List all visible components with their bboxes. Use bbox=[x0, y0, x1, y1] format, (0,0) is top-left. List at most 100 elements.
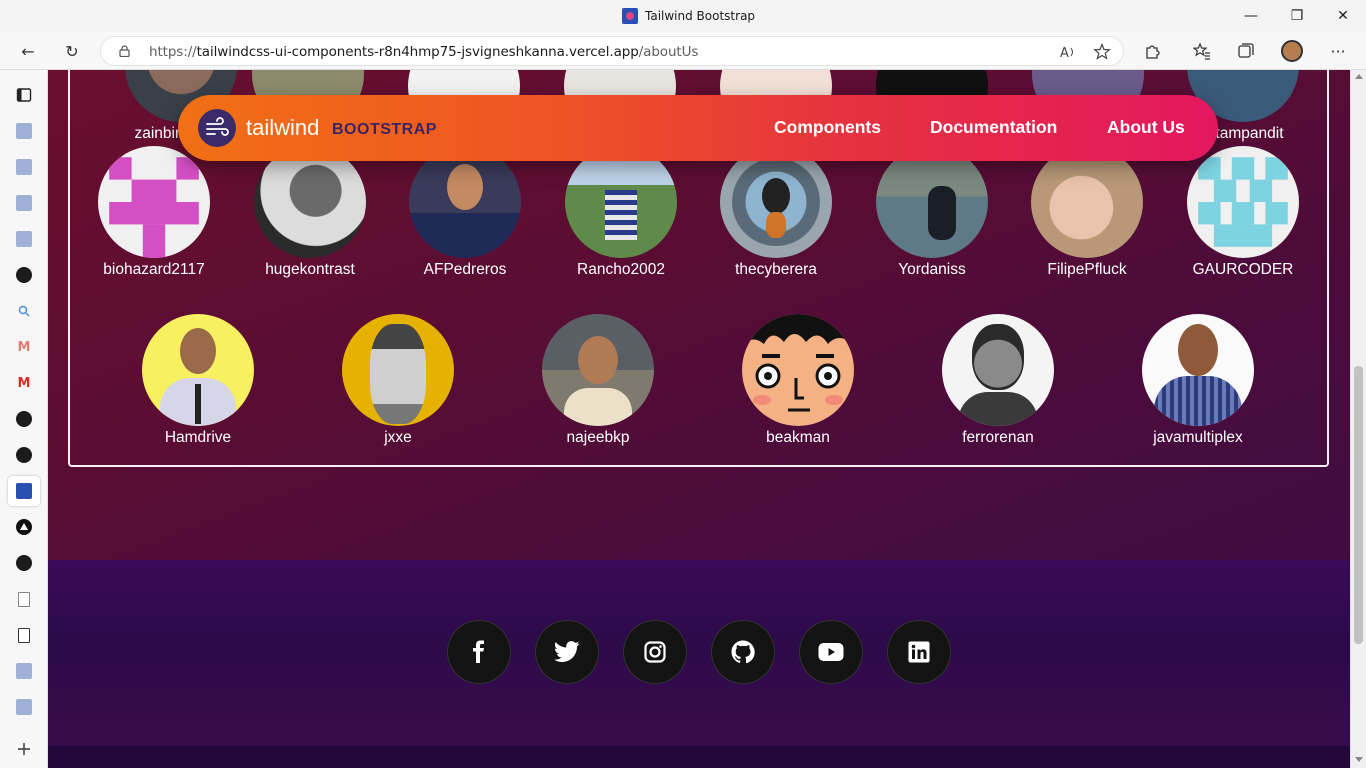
brand-name[interactable]: tailwind bbox=[246, 115, 319, 141]
tab-github-icon[interactable] bbox=[8, 548, 40, 578]
nav-link-components[interactable]: Components bbox=[774, 117, 881, 138]
address-bar[interactable]: https://tailwindcss-ui-components-r8n4hm… bbox=[100, 36, 1124, 66]
nav-link-documentation[interactable]: Documentation bbox=[930, 117, 1057, 138]
identicon-avatar bbox=[1187, 146, 1299, 258]
extensions-icon[interactable] bbox=[1144, 42, 1162, 60]
tab-document-icon[interactable] bbox=[8, 584, 40, 614]
contributor-name: FilipePfluck bbox=[1047, 261, 1127, 278]
restore-button[interactable]: ❐ bbox=[1274, 0, 1320, 32]
favorites-icon[interactable] bbox=[1193, 42, 1211, 60]
tab-thumbnail-icon[interactable] bbox=[8, 224, 40, 254]
contributor-name: najeebkp bbox=[566, 429, 630, 446]
close-window-button[interactable]: ✕ bbox=[1320, 0, 1366, 32]
beakman-cartoon-avatar bbox=[742, 314, 854, 426]
facebook-icon[interactable] bbox=[447, 620, 511, 684]
contributor-card[interactable]: jxxe bbox=[328, 314, 468, 447]
contributor-card[interactable]: Rancho2002 bbox=[551, 146, 691, 279]
contributor-card[interactable]: javamultiplex bbox=[1128, 314, 1268, 447]
nav-link-about-us[interactable]: About Us bbox=[1107, 117, 1185, 138]
contributor-card[interactable]: najeebkp bbox=[528, 314, 668, 447]
linkedin-icon[interactable] bbox=[887, 620, 951, 684]
refresh-button[interactable]: ↻ bbox=[60, 39, 84, 63]
settings-more-button[interactable]: ··· bbox=[1326, 39, 1350, 63]
contributor-card[interactable]: FilipePfluck bbox=[1017, 146, 1157, 279]
tab-gmail-icon[interactable]: M bbox=[8, 368, 40, 398]
tab-thumbnail-icon[interactable] bbox=[8, 116, 40, 146]
tab-document-icon[interactable] bbox=[8, 620, 40, 650]
contributor-name: jxxe bbox=[384, 429, 412, 446]
contributor-card[interactable]: AFPedreros bbox=[395, 146, 535, 279]
tab-thumbnail-icon[interactable] bbox=[8, 692, 40, 722]
tab-thumbnail-icon[interactable] bbox=[8, 188, 40, 218]
tab-github-icon[interactable] bbox=[8, 440, 40, 470]
tab-active-tailwind-icon[interactable] bbox=[8, 476, 40, 506]
footer-bottom-bar bbox=[48, 746, 1350, 768]
wind-logo-icon[interactable] bbox=[198, 109, 236, 147]
tab-gmail-icon[interactable]: M bbox=[8, 332, 40, 362]
tab-thumbnail-icon[interactable] bbox=[8, 656, 40, 686]
contributor-card[interactable]: GAURCODER bbox=[1173, 146, 1313, 279]
contributor-avatar bbox=[142, 314, 254, 426]
collections-icon[interactable] bbox=[1237, 42, 1255, 60]
window-titlebar: Tailwind Bootstrap — ❐ ✕ bbox=[0, 0, 1366, 32]
contributor-avatar bbox=[565, 146, 677, 258]
brand-subtitle[interactable]: BOOTSTRAP bbox=[332, 121, 437, 139]
contributor-card[interactable]: Hamdrive bbox=[128, 314, 268, 447]
scroll-down-arrow-icon[interactable] bbox=[1355, 757, 1363, 762]
back-button[interactable]: ← bbox=[16, 39, 40, 63]
contributor-name: beakman bbox=[766, 429, 830, 446]
scroll-up-arrow-icon[interactable] bbox=[1355, 74, 1363, 79]
read-aloud-icon[interactable]: A bbox=[1059, 44, 1077, 60]
site-favicon-icon bbox=[622, 8, 638, 24]
contributor-card[interactable]: hugekontrast bbox=[240, 146, 380, 279]
contributor-name: AFPedreros bbox=[423, 261, 507, 278]
contributor-avatar bbox=[1142, 314, 1254, 426]
contributor-avatar bbox=[542, 314, 654, 426]
vertical-tabs-sidebar: M M bbox=[0, 70, 48, 768]
contributor-avatar bbox=[720, 146, 832, 258]
contributor-name: javamultiplex bbox=[1153, 429, 1243, 446]
contributor-card[interactable]: thecyberera bbox=[706, 146, 846, 279]
minimize-button[interactable]: — bbox=[1228, 0, 1274, 32]
github-icon[interactable] bbox=[711, 620, 775, 684]
contributor-avatar bbox=[942, 314, 1054, 426]
favorite-star-icon[interactable] bbox=[1093, 43, 1111, 61]
tab-github-icon[interactable] bbox=[8, 260, 40, 290]
profile-avatar[interactable] bbox=[1281, 40, 1303, 62]
lock-icon bbox=[119, 45, 130, 57]
youtube-icon[interactable] bbox=[799, 620, 863, 684]
contributor-name: Hamdrive bbox=[164, 429, 232, 446]
page-footer bbox=[48, 560, 1350, 768]
contributor-name: Rancho2002 bbox=[577, 261, 665, 278]
tab-github-icon[interactable] bbox=[8, 404, 40, 434]
contributor-name: hugekontrast bbox=[265, 261, 355, 278]
contributor-name: biohazard2117 bbox=[103, 261, 205, 278]
new-tab-plus-icon[interactable] bbox=[8, 734, 40, 764]
instagram-icon[interactable] bbox=[623, 620, 687, 684]
tab-actions-icon[interactable] bbox=[8, 80, 40, 110]
scrollbar-thumb[interactable] bbox=[1354, 366, 1363, 644]
contributor-name: Yordaniss bbox=[898, 261, 966, 278]
identicon-avatar bbox=[98, 146, 210, 258]
contributor-name: thecyberera bbox=[735, 261, 817, 278]
contributor-name: ferrorenan bbox=[962, 429, 1034, 446]
contributor-avatar bbox=[1031, 146, 1143, 258]
contributor-card[interactable]: ferrorenan bbox=[928, 314, 1068, 447]
contributor-avatar bbox=[876, 146, 988, 258]
contributor-avatar bbox=[409, 146, 521, 258]
page-scrollbar[interactable] bbox=[1350, 70, 1366, 768]
tab-thumbnail-icon[interactable] bbox=[8, 152, 40, 182]
contributor-card[interactable]: beakman bbox=[728, 314, 868, 447]
page-viewport: zainbinfurqan uttampandit biohazard2117 … bbox=[48, 70, 1350, 768]
browser-toolbar: ← ↻ https://tailwindcss-ui-components-r8… bbox=[0, 32, 1366, 70]
tab-search-icon[interactable] bbox=[8, 296, 40, 326]
window-title: Tailwind Bootstrap bbox=[645, 9, 756, 23]
contributor-avatar bbox=[342, 314, 454, 426]
contributor-card[interactable]: Yordaniss bbox=[862, 146, 1002, 279]
contributor-card[interactable]: biohazard2117 bbox=[84, 146, 224, 279]
contributor-avatar bbox=[254, 146, 366, 258]
tab-vercel-icon[interactable] bbox=[8, 512, 40, 542]
contributor-name: GAURCODER bbox=[1192, 261, 1294, 278]
twitter-icon[interactable] bbox=[535, 620, 599, 684]
url-text: https://tailwindcss-ui-components-r8n4hm… bbox=[149, 44, 699, 60]
